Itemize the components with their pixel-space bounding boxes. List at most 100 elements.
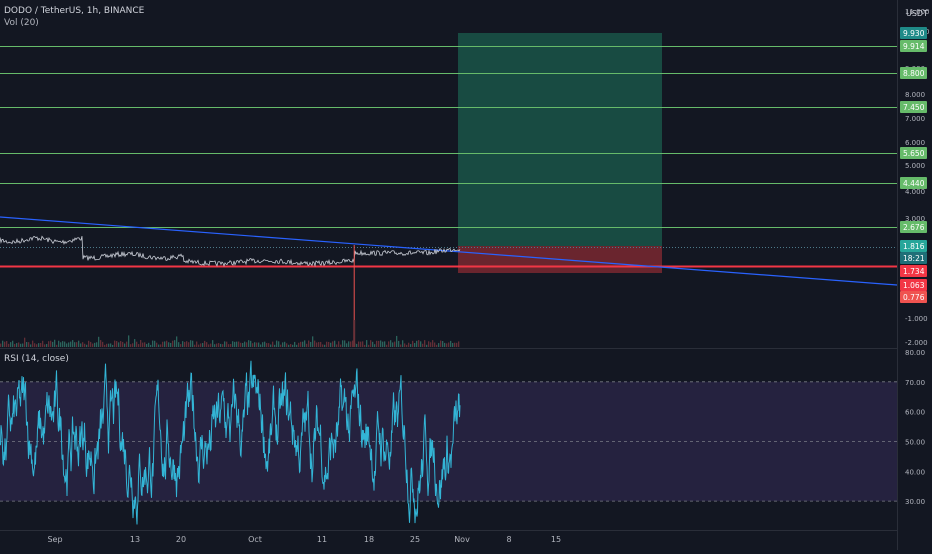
- time-axis-tick: Nov: [454, 535, 470, 544]
- volume-bar: [112, 344, 114, 347]
- volume-bar: [36, 344, 38, 347]
- volume-bar: [102, 341, 104, 347]
- volume-bar: [376, 340, 378, 347]
- volume-bar: [452, 342, 454, 347]
- volume-bar: [282, 342, 284, 347]
- volume-bar: [284, 341, 286, 347]
- volume-bar: [298, 342, 300, 347]
- price-tag-label: 4.440: [903, 179, 925, 188]
- time-axis-tick: Oct: [248, 535, 262, 544]
- volume-bar: [300, 341, 302, 347]
- volume-bar: [336, 344, 338, 347]
- volume-bar: [398, 340, 400, 347]
- volume-bar: [250, 340, 252, 347]
- volume-bar: [358, 341, 360, 347]
- volume-bar: [114, 340, 116, 347]
- volume-bar: [148, 342, 150, 347]
- volume-bar: [194, 344, 196, 347]
- price-tag-label: 9.930: [903, 29, 925, 38]
- volume-bar: [124, 343, 126, 347]
- volume-bar: [84, 343, 86, 347]
- volume-bar: [340, 344, 342, 347]
- volume-bar: [374, 344, 376, 347]
- volume-bar: [122, 341, 124, 347]
- volume-bar: [106, 343, 108, 347]
- volume-bar: [368, 344, 370, 347]
- volume-bar: [32, 340, 34, 347]
- volume-bar: [308, 340, 310, 347]
- volume-bar: [126, 341, 128, 347]
- volume-bar: [262, 342, 264, 347]
- rsi-axis-tick: 70.00: [905, 379, 925, 387]
- volume-bar: [26, 341, 28, 347]
- volume-bar: [290, 343, 292, 347]
- volume-bar: [64, 341, 66, 347]
- volume-bar: [226, 341, 228, 347]
- volume-bar: [172, 340, 174, 347]
- volume-bar: [448, 342, 450, 347]
- volume-bar: [216, 343, 218, 347]
- chart-legend: DODO / TetherUS, 1h, BINANCE Vol (20): [4, 5, 144, 29]
- chart-canvas[interactable]: 11.00010.0009.0008.0007.0006.0005.0004.0…: [0, 0, 932, 550]
- volume-bar: [120, 341, 122, 347]
- volume-bar: [200, 343, 202, 347]
- volume-bar: [364, 344, 366, 347]
- volume-bar: [76, 342, 78, 347]
- volume-bar: [440, 340, 442, 347]
- volume-bar: [48, 341, 50, 347]
- volume-bar: [54, 339, 56, 347]
- volume-bar: [424, 340, 426, 347]
- volume-bar: [314, 340, 316, 347]
- volume-bar: [396, 335, 398, 347]
- volume-bar: [160, 344, 162, 347]
- volume-bar: [110, 343, 112, 347]
- volume-bar: [414, 343, 416, 347]
- price-tag-label: 1.816: [903, 242, 925, 251]
- volume-bar: [450, 340, 452, 347]
- volume-bar: [246, 342, 248, 347]
- time-axis-tick: Sep: [47, 535, 62, 544]
- rsi-axis-tick: 30.00: [905, 498, 925, 506]
- volume-bar: [92, 343, 94, 347]
- time-axis-tick: 15: [551, 535, 561, 544]
- volume-bar: [214, 344, 216, 347]
- volume-indicator-label[interactable]: Vol (20): [4, 17, 144, 29]
- volume-bar: [62, 341, 64, 347]
- symbol-title[interactable]: DODO / TetherUS, 1h, BINANCE: [4, 5, 144, 17]
- volume-bar: [74, 342, 76, 347]
- volume-bar: [132, 343, 134, 347]
- volume-bar: [72, 340, 74, 347]
- volume-bar: [220, 343, 222, 347]
- time-axis-tick: 18: [364, 535, 374, 544]
- volume-bar: [88, 340, 90, 347]
- volume-bar: [96, 342, 98, 347]
- volume-bar: [34, 343, 36, 347]
- volume-bar: [202, 343, 204, 347]
- volume-bar: [210, 343, 212, 347]
- volume-bar: [430, 342, 432, 347]
- volume-bar: [190, 340, 192, 347]
- volume-bar: [326, 341, 328, 347]
- rsi-indicator-label[interactable]: RSI (14, close): [4, 354, 69, 364]
- volume-bar: [116, 340, 118, 347]
- rsi-axis-tick: 80.00: [905, 349, 925, 357]
- volume-bar: [318, 342, 320, 347]
- volume-bar: [138, 344, 140, 347]
- volume-bar: [260, 344, 262, 347]
- volume-bar: [230, 343, 232, 347]
- volume-bar: [272, 341, 274, 347]
- price-axis-tick: 8.000: [905, 91, 925, 99]
- price-tag-label: 5.650: [903, 149, 925, 158]
- volume-bar: [224, 341, 226, 347]
- volume-bar: [98, 336, 100, 347]
- volume-bar: [292, 344, 294, 347]
- volume-bar: [286, 343, 288, 347]
- volume-bar: [412, 340, 414, 347]
- volume-bar: [360, 341, 362, 347]
- volume-bar: [416, 340, 418, 347]
- volume-bar: [40, 342, 42, 347]
- volume-bar: [206, 342, 208, 347]
- volume-bar: [176, 336, 178, 347]
- volume-bar: [158, 344, 160, 347]
- time-axis-tick: 20: [176, 535, 186, 544]
